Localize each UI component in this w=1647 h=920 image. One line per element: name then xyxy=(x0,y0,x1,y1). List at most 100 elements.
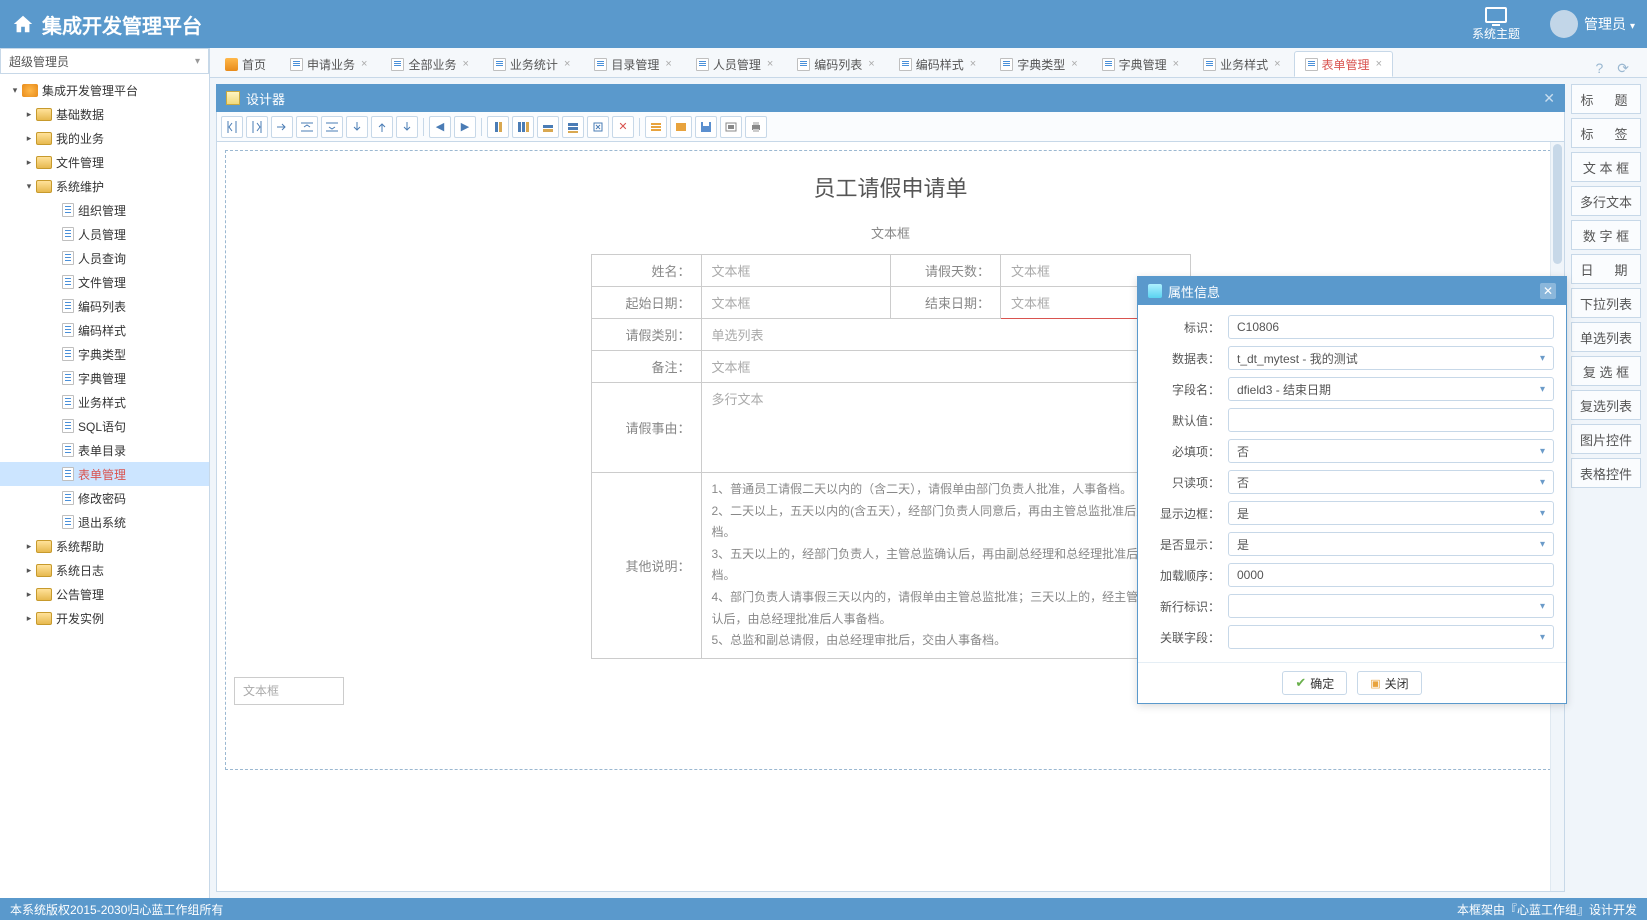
label-reason[interactable]: 请假事由： xyxy=(591,383,701,473)
form-title[interactable]: 员工请假申请单 xyxy=(234,171,1547,203)
tree-item[interactable]: 人员管理 xyxy=(0,222,209,246)
tool-split-v2[interactable] xyxy=(246,116,268,138)
palette-item[interactable]: 文 本 框 xyxy=(1571,152,1641,182)
tree-item[interactable]: 表单管理 xyxy=(0,462,209,486)
refresh-icon[interactable]: ⟳ xyxy=(1617,60,1629,77)
tab[interactable]: 目录管理× xyxy=(583,51,682,77)
label-type[interactable]: 请假类别： xyxy=(591,319,701,351)
close-icon[interactable]: ✕ xyxy=(1543,90,1555,107)
tab[interactable]: 申请业务× xyxy=(279,51,378,77)
tab[interactable]: 编码列表× xyxy=(786,51,885,77)
close-icon[interactable]: × xyxy=(1173,58,1179,70)
field-start[interactable]: 文本框 xyxy=(701,287,891,319)
tab[interactable]: 业务样式× xyxy=(1192,51,1291,77)
tree-group[interactable]: ▸文件管理 xyxy=(0,150,209,174)
tool-prev[interactable]: ◀ xyxy=(429,116,451,138)
select-newrow[interactable] xyxy=(1228,594,1554,618)
tree-group[interactable]: ▸系统帮助 xyxy=(0,534,209,558)
tool-next[interactable]: ▶ xyxy=(454,116,476,138)
tool-split-h1[interactable] xyxy=(296,116,318,138)
tree-group[interactable]: ▸我的业务 xyxy=(0,126,209,150)
select-border[interactable]: 是 xyxy=(1228,501,1554,525)
field-remark[interactable]: 文本框 xyxy=(701,351,1190,383)
tree-item[interactable]: 业务样式 xyxy=(0,390,209,414)
palette-item[interactable]: 标 题 xyxy=(1571,84,1641,114)
tool-arrow-down2[interactable] xyxy=(396,116,418,138)
tool-delete[interactable]: ✕ xyxy=(612,116,634,138)
input-id[interactable]: C10806 xyxy=(1228,315,1554,339)
palette-item[interactable]: 单选列表 xyxy=(1571,322,1641,352)
select-required[interactable]: 否 xyxy=(1228,439,1554,463)
tab[interactable]: 编码样式× xyxy=(888,51,987,77)
close-icon[interactable]: × xyxy=(665,58,671,70)
tab[interactable]: 表单管理× xyxy=(1294,51,1393,77)
close-icon[interactable]: ✕ xyxy=(1540,283,1556,299)
tree-item[interactable]: 人员查询 xyxy=(0,246,209,270)
label-days[interactable]: 请假天数： xyxy=(891,255,1001,287)
tool-save[interactable] xyxy=(695,116,717,138)
tree-group[interactable]: ▸基础数据 xyxy=(0,102,209,126)
select-table[interactable]: t_dt_mytest - 我的测试 xyxy=(1228,346,1554,370)
tool-split-v1[interactable] xyxy=(221,116,243,138)
theme-switcher[interactable]: 系统主题 xyxy=(1472,7,1520,42)
tree-item[interactable]: 退出系统 xyxy=(0,510,209,534)
help-icon[interactable]: ? xyxy=(1595,60,1603,77)
tree-item[interactable]: 字典管理 xyxy=(0,366,209,390)
close-icon[interactable]: × xyxy=(564,58,570,70)
close-icon[interactable]: × xyxy=(1376,58,1382,70)
palette-item[interactable]: 下拉列表 xyxy=(1571,288,1641,318)
tool-list[interactable] xyxy=(645,116,667,138)
palette-item[interactable]: 标 签 xyxy=(1571,118,1641,148)
palette-item[interactable]: 复选列表 xyxy=(1571,390,1641,420)
tool-print[interactable] xyxy=(745,116,767,138)
label-other[interactable]: 其他说明： xyxy=(591,473,701,659)
tool-arrow-up[interactable] xyxy=(371,116,393,138)
tool-split-h2[interactable] xyxy=(321,116,343,138)
tab[interactable]: 全部业务× xyxy=(380,51,479,77)
ok-button[interactable]: ✔确定 xyxy=(1282,671,1347,695)
avatar[interactable] xyxy=(1550,10,1578,38)
close-icon[interactable]: × xyxy=(361,58,367,70)
field-reason[interactable]: 多行文本 xyxy=(701,383,1190,473)
tree-item[interactable]: 文件管理 xyxy=(0,270,209,294)
close-icon[interactable]: × xyxy=(767,58,773,70)
tool-card[interactable] xyxy=(670,116,692,138)
tree-item[interactable]: 编码列表 xyxy=(0,294,209,318)
palette-item[interactable]: 日 期 xyxy=(1571,254,1641,284)
tab[interactable]: 人员管理× xyxy=(685,51,784,77)
close-icon[interactable]: × xyxy=(1071,58,1077,70)
field-type[interactable]: 单选列表 xyxy=(701,319,1190,351)
input-default[interactable] xyxy=(1228,408,1554,432)
label-start[interactable]: 起始日期： xyxy=(591,287,701,319)
label-name[interactable]: 姓名： xyxy=(591,255,701,287)
lone-textbox-field[interactable]: 文本框 xyxy=(234,677,344,705)
tab[interactable]: 首页 xyxy=(214,51,277,77)
form-subtitle-field[interactable]: 文本框 xyxy=(234,223,1547,242)
tool-preview[interactable] xyxy=(720,116,742,138)
close-icon[interactable]: × xyxy=(970,58,976,70)
tree-root[interactable]: ▾集成开发管理平台 xyxy=(0,78,209,102)
tree-group[interactable]: ▸公告管理 xyxy=(0,582,209,606)
palette-item[interactable]: 复 选 框 xyxy=(1571,356,1641,386)
tool-col-add[interactable] xyxy=(512,116,534,138)
tree-group[interactable]: ▸系统日志 xyxy=(0,558,209,582)
tab[interactable]: 字典类型× xyxy=(989,51,1088,77)
tool-row1[interactable] xyxy=(537,116,559,138)
tree-item[interactable]: 组织管理 xyxy=(0,198,209,222)
tab[interactable]: 字典管理× xyxy=(1091,51,1190,77)
label-end[interactable]: 结束日期： xyxy=(891,287,1001,319)
tree-item[interactable]: 表单目录 xyxy=(0,438,209,462)
palette-item[interactable]: 数 字 框 xyxy=(1571,220,1641,250)
role-select[interactable]: 超级管理员 xyxy=(0,48,209,74)
close-icon[interactable]: × xyxy=(462,58,468,70)
tool-row2[interactable] xyxy=(562,116,584,138)
label-remark[interactable]: 备注： xyxy=(591,351,701,383)
field-name[interactable]: 文本框 xyxy=(701,255,891,287)
select-visible[interactable]: 是 xyxy=(1228,532,1554,556)
tree-item[interactable]: 修改密码 xyxy=(0,486,209,510)
select-readonly[interactable]: 否 xyxy=(1228,470,1554,494)
tool-col-del[interactable] xyxy=(487,116,509,138)
tree-item[interactable]: 编码样式 xyxy=(0,318,209,342)
palette-item[interactable]: 图片控件 xyxy=(1571,424,1641,454)
field-other[interactable]: 1、普通员工请假二天以内的（含二天），请假单由部门负责人批准，人事备档。2、二天… xyxy=(701,473,1190,659)
